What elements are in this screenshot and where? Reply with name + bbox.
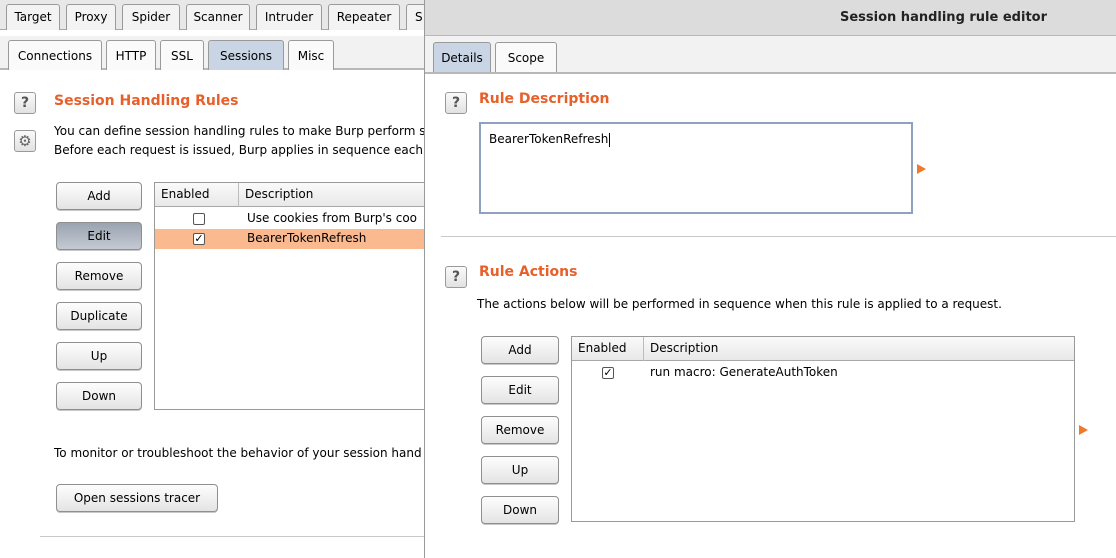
rules-table: Enabled Description Use cookies from Bur… — [154, 182, 430, 410]
tab-details[interactable]: Details — [433, 42, 491, 72]
tab-http[interactable]: HTTP — [106, 40, 156, 70]
section-title-session-rules: Session Handling Rules — [54, 93, 239, 109]
expand-arrow-icon[interactable] — [917, 164, 926, 174]
tab-scope[interactable]: Scope — [495, 42, 557, 72]
dialog-tab-bar: Details Scope — [425, 36, 1116, 74]
add-action-button[interactable]: Add — [481, 336, 559, 364]
remove-action-button[interactable]: Remove — [481, 416, 559, 444]
help-icon[interactable]: ? — [14, 92, 36, 114]
options-tab-bar: Connections HTTP SSL Sessions Misc — [0, 36, 430, 70]
action-description-cell: run macro: GenerateAuthToken — [650, 365, 838, 379]
checkbox-checked-icon[interactable]: ✓ — [602, 367, 614, 379]
intro-text-line-2: Before each request is issued, Burp appl… — [54, 143, 423, 157]
actions-table-header: Enabled Description — [572, 337, 1074, 361]
tab-misc[interactable]: Misc — [288, 40, 334, 70]
remove-rule-button[interactable]: Remove — [56, 262, 142, 290]
dialog-title-bar[interactable]: Session handling rule editor — [425, 0, 1116, 36]
expand-arrow-icon[interactable] — [1079, 425, 1088, 435]
open-sessions-tracer-button[interactable]: Open sessions tracer — [56, 484, 218, 512]
down-action-button[interactable]: Down — [481, 496, 559, 524]
tab-scanner[interactable]: Scanner — [186, 4, 250, 30]
down-rule-button[interactable]: Down — [56, 382, 142, 410]
tab-proxy[interactable]: Proxy — [66, 4, 116, 30]
rule-description-input[interactable]: BearerTokenRefresh — [479, 122, 913, 214]
table-row[interactable]: Use cookies from Burp's coo — [155, 209, 430, 229]
duplicate-rule-button[interactable]: Duplicate — [56, 302, 142, 330]
table-row[interactable]: ✓ run macro: GenerateAuthToken — [572, 363, 1074, 383]
column-header-enabled[interactable]: Enabled — [572, 337, 644, 361]
help-icon[interactable]: ? — [445, 266, 467, 288]
dialog-title: Session handling rule editor — [839, 10, 1047, 25]
edit-action-button[interactable]: Edit — [481, 376, 559, 404]
main-window: Target Proxy Spider Scanner Intruder Rep… — [0, 0, 430, 558]
rule-description-cell: Use cookies from Burp's coo — [247, 211, 418, 225]
gear-icon[interactable]: ⚙ — [14, 130, 36, 152]
divider — [441, 236, 1116, 237]
tab-spider[interactable]: Spider — [122, 4, 180, 30]
checkbox-unchecked-icon[interactable] — [193, 213, 205, 225]
up-rule-button[interactable]: Up — [56, 342, 142, 370]
tab-intruder[interactable]: Intruder — [256, 4, 322, 30]
rule-actions-intro: The actions below will be performed in s… — [477, 297, 1002, 311]
actions-table: Enabled Description ✓ run macro: Generat… — [571, 336, 1075, 522]
edit-rule-button[interactable]: Edit — [56, 222, 142, 250]
column-header-description[interactable]: Description — [239, 183, 430, 207]
section-title-rule-actions: Rule Actions — [479, 264, 578, 280]
up-action-button[interactable]: Up — [481, 456, 559, 484]
add-rule-button[interactable]: Add — [56, 182, 142, 210]
session-rule-editor-dialog: Session handling rule editor Details Sco… — [424, 0, 1116, 558]
monitor-text: To monitor or troubleshoot the behavior … — [54, 446, 422, 460]
rules-table-header: Enabled Description — [155, 183, 430, 207]
rule-description-value: BearerTokenRefresh — [489, 132, 609, 146]
help-icon[interactable]: ? — [445, 92, 467, 114]
divider — [40, 536, 430, 537]
column-header-description[interactable]: Description — [644, 337, 1074, 361]
tab-target[interactable]: Target — [6, 4, 60, 30]
tab-connections[interactable]: Connections — [8, 40, 102, 70]
tab-ssl[interactable]: SSL — [160, 40, 204, 70]
text-caret — [609, 132, 611, 147]
section-title-rule-description: Rule Description — [479, 91, 610, 107]
tab-sessions[interactable]: Sessions — [208, 40, 284, 70]
checkbox-checked-icon[interactable]: ✓ — [193, 233, 205, 245]
table-row[interactable]: ✓ BearerTokenRefresh — [155, 229, 430, 249]
rule-description-cell: BearerTokenRefresh — [247, 231, 367, 245]
top-tab-bar: Target Proxy Spider Scanner Intruder Rep… — [0, 0, 430, 30]
tab-repeater[interactable]: Repeater — [328, 4, 400, 30]
intro-text-line-1: You can define session handling rules to… — [54, 124, 426, 138]
column-header-enabled[interactable]: Enabled — [155, 183, 239, 207]
